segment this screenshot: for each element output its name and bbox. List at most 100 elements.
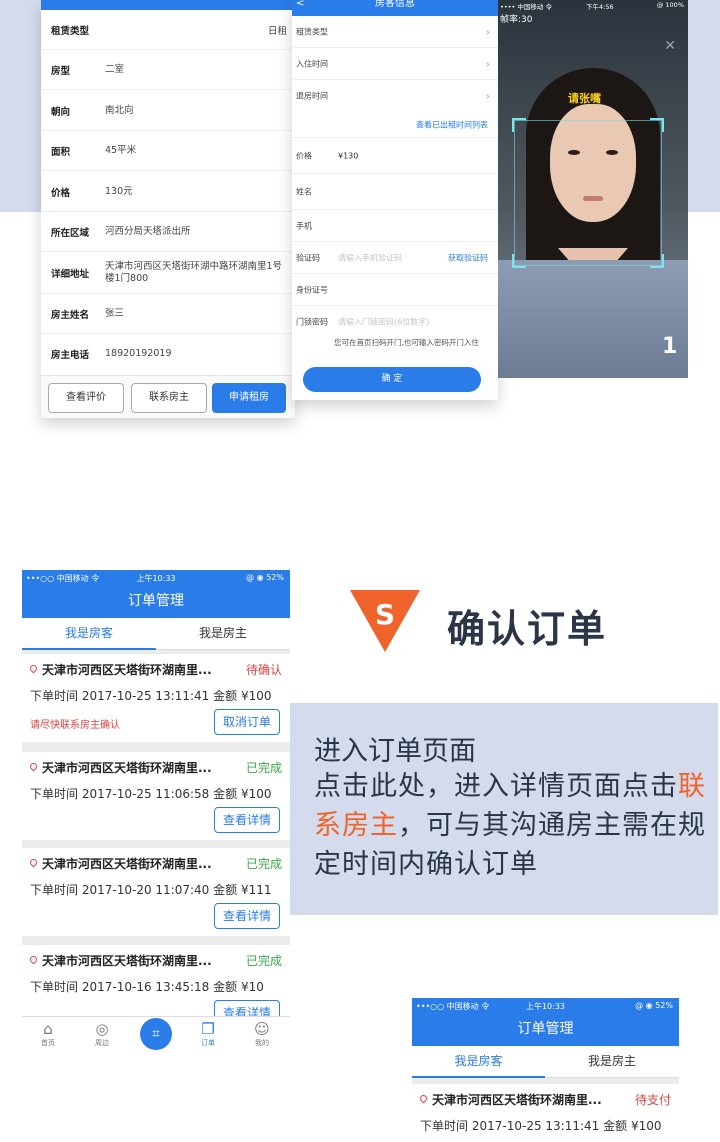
price-value: ¥130 bbox=[338, 151, 359, 160]
phone-row[interactable]: 手机 bbox=[292, 210, 498, 242]
cancel-order-button[interactable]: 取消订单 bbox=[214, 709, 280, 735]
detail-row-rent-type: 租赁类型 日租 bbox=[41, 10, 295, 50]
contact-owner-button[interactable]: 联系房主 bbox=[131, 383, 207, 413]
order-time: 2017-10-25 11:06:58 bbox=[81, 787, 210, 801]
view-details-button[interactable]: 查看详情 bbox=[214, 903, 280, 929]
battery-text: @ 100% bbox=[656, 1, 684, 9]
order-amount-label: 金额 bbox=[213, 883, 238, 897]
order-status: 待确认 bbox=[245, 663, 282, 677]
order-info: 下单时间 2017-10-25 13:11:41 金额 ¥100 bbox=[30, 687, 272, 704]
detail-row-address: 详细地址 天津市河西区天塔街环湖中路环湖南里1号楼1门800 bbox=[41, 252, 295, 294]
name-row[interactable]: 姓名 bbox=[292, 174, 498, 210]
close-icon[interactable]: ✕ bbox=[664, 38, 676, 54]
id-row[interactable]: 身份证号 bbox=[292, 274, 498, 306]
view-list-row: 查看已出租时间列表 bbox=[292, 112, 498, 138]
view-reviews-button[interactable]: 查看评价 bbox=[48, 383, 124, 413]
tab-owner[interactable]: 我是房主 bbox=[156, 618, 290, 650]
nav-home[interactable]: ⌂ 首页 bbox=[28, 1017, 68, 1052]
view-details-button[interactable]: 查看详情 bbox=[214, 807, 280, 833]
order-tabs: 我是房客 我是房主 bbox=[22, 618, 290, 650]
detail-row-owner-name: 房主姓名 张三 bbox=[41, 294, 295, 334]
order-status: 已完成 bbox=[245, 857, 282, 871]
order-time-label: 下单时间 bbox=[420, 1119, 469, 1133]
view-rented-list-link[interactable]: 查看已出租时间列表 bbox=[416, 119, 488, 130]
nav-orders[interactable]: ❐ 订单 bbox=[188, 1017, 228, 1052]
frame-corner bbox=[650, 254, 664, 268]
home-icon: ⌂ bbox=[43, 1020, 53, 1038]
order-amount-label: 金额 bbox=[603, 1119, 628, 1133]
order-amount: ¥100 bbox=[240, 689, 272, 703]
detail-header-bar bbox=[41, 0, 295, 10]
order-card[interactable]: 天津市河西区天塔街环湖南里... 待支付 下单时间 2017-10-25 13:… bbox=[412, 1084, 679, 1142]
frame-corner bbox=[650, 118, 664, 132]
order-card[interactable]: 天津市河西区天塔街环湖南里... 已完成 下单时间 2017-10-25 11:… bbox=[22, 752, 290, 840]
order-amount-label: 金额 bbox=[213, 980, 238, 994]
price-row: 价格 ¥130 bbox=[292, 138, 498, 174]
pwd-label: 门锁密码 bbox=[296, 317, 328, 327]
order-time: 2017-10-25 13:11:41 bbox=[471, 1119, 600, 1133]
scan-icon: ⌗ bbox=[152, 1026, 160, 1042]
detail-value: 日租 bbox=[267, 25, 287, 37]
person-shirt bbox=[498, 260, 688, 378]
order-card[interactable]: 天津市河西区天塔街环湖南里... 待确认 下单时间 2017-10-25 13:… bbox=[22, 654, 290, 742]
code-input[interactable]: 请输入手机验证码 bbox=[338, 252, 402, 263]
status-time: 下午4:56 bbox=[586, 3, 614, 11]
scan-button[interactable]: ⌗ bbox=[140, 1018, 172, 1050]
location-pin-icon bbox=[28, 761, 39, 772]
tab-guest[interactable]: 我是房客 bbox=[22, 618, 156, 650]
confirm-button[interactable]: 确 定 bbox=[303, 367, 481, 392]
id-label: 身份证号 bbox=[296, 285, 328, 294]
frame-corner bbox=[512, 254, 526, 268]
rent-type-label: 租赁类型 bbox=[296, 27, 328, 36]
nav-nearby[interactable]: ◎ 周边 bbox=[82, 1017, 122, 1052]
nav-label: 我的 bbox=[255, 1039, 269, 1047]
rent-type-row[interactable]: 租赁类型 › bbox=[292, 16, 498, 48]
orders-icon: ❐ bbox=[201, 1020, 215, 1038]
apply-rent-button[interactable]: 申请租房 bbox=[212, 383, 286, 413]
tab-owner[interactable]: 我是房主 bbox=[545, 1046, 679, 1078]
order-info: 下单时间 2017-10-25 11:06:58 金额 ¥100 bbox=[30, 785, 272, 802]
nearby-icon: ◎ bbox=[95, 1020, 109, 1038]
unlock-note: 您可在首页扫码开门,也可输入密码开门入住 bbox=[334, 338, 479, 347]
order-amount: ¥100 bbox=[630, 1119, 662, 1133]
checkout-label: 退房时间 bbox=[296, 91, 328, 101]
order-time: 2017-10-20 11:07:40 bbox=[81, 883, 210, 897]
location-pin-icon bbox=[28, 663, 39, 674]
detail-label: 面积 bbox=[51, 146, 71, 158]
description-pre: 点击此处，进入详情页面点击 bbox=[314, 771, 678, 802]
code-label: 验证码 bbox=[296, 253, 320, 262]
detail-row-price: 价格 130元 bbox=[41, 172, 295, 212]
order-time-label: 下单时间 bbox=[30, 883, 79, 897]
frame-rate-text: 帧率:30 bbox=[500, 15, 533, 25]
detail-row-owner-phone: 房主电话 18920192019 bbox=[41, 334, 295, 374]
name-label: 姓名 bbox=[296, 187, 312, 196]
detail-value: 二室 bbox=[105, 63, 125, 75]
chevron-right-icon: › bbox=[485, 25, 490, 38]
checkin-row[interactable]: 入住时间 › bbox=[292, 48, 498, 80]
order-management-screen-2: •••○○ 中国移动 令 上午10:33 @ ◉ 52% 订单管理 我是房客 我… bbox=[412, 998, 679, 1142]
detail-value: 45平米 bbox=[105, 144, 137, 156]
order-management-screen: •••○○ 中国移动 令 上午10:33 @ ◉ 52% 订单管理 我是房客 我… bbox=[22, 570, 290, 1052]
pwd-input[interactable]: 请输入门锁密码(6位数字) bbox=[338, 317, 429, 328]
order-status: 已完成 bbox=[245, 954, 282, 968]
order-status: 待支付 bbox=[634, 1093, 671, 1107]
house-detail-screen: 租赁类型 日租 房型 二室 朝向 南北向 面积 45平米 价格 130元 所在区… bbox=[41, 0, 295, 418]
detail-value: 18920192019 bbox=[105, 348, 172, 359]
order-time: 2017-10-25 13:11:41 bbox=[81, 689, 210, 703]
get-code-button[interactable]: 获取验证码 bbox=[448, 252, 488, 263]
detail-label: 房主电话 bbox=[51, 350, 90, 361]
order-tabs: 我是房客 我是房主 bbox=[412, 1046, 679, 1078]
back-icon[interactable]: < bbox=[296, 0, 304, 9]
status-bar: •••○○ 中国移动 令 上午10:33 @ ◉ 52% bbox=[412, 998, 679, 1014]
order-address: 天津市河西区天塔街环湖南里... bbox=[42, 954, 212, 968]
checkout-row[interactable]: 退房时间 › bbox=[292, 80, 498, 112]
order-info: 下单时间 2017-10-16 13:45:18 金额 ¥10 bbox=[30, 978, 264, 995]
nav-profile[interactable]: ☺ 我的 bbox=[242, 1017, 282, 1052]
tab-guest[interactable]: 我是房客 bbox=[412, 1046, 545, 1078]
order-address: 天津市河西区天塔街环湖南里... bbox=[42, 761, 212, 775]
nav-label: 周边 bbox=[95, 1039, 109, 1047]
page-title: 订单管理 bbox=[412, 1014, 679, 1046]
nav-label: 首页 bbox=[41, 1039, 55, 1047]
order-card[interactable]: 天津市河西区天塔街环湖南里... 已完成 下单时间 2017-10-20 11:… bbox=[22, 848, 290, 936]
price-label: 价格 bbox=[296, 151, 312, 160]
